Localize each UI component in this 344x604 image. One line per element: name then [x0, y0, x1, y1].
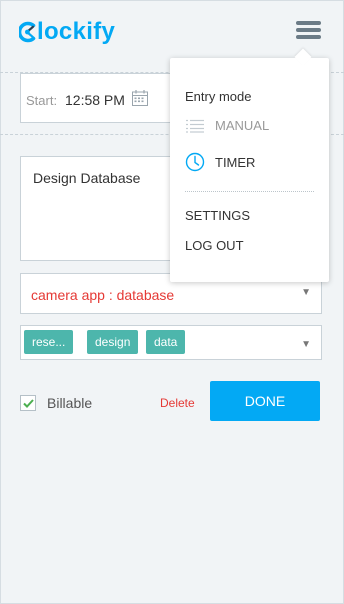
hamburger-menu-icon[interactable] [296, 21, 321, 43]
entry-mode-title: Entry mode [185, 89, 252, 104]
chevron-down-icon: ▼ [301, 339, 311, 350]
delete-button[interactable]: Delete [160, 396, 195, 410]
entry-mode-menu: Entry mode MANUAL TIMER SETTINGS LOG OUT [170, 58, 329, 282]
tags-select[interactable]: rese... design data ▼ [20, 325, 322, 360]
start-time-field[interactable]: Start: 12:58 PM [20, 73, 180, 123]
menu-item-logout[interactable]: LOG OUT [185, 238, 244, 253]
menu-divider [185, 191, 314, 192]
description-text[interactable]: Design Database [33, 170, 140, 186]
chevron-down-icon: ▼ [301, 287, 311, 298]
calendar-icon[interactable] [131, 89, 149, 107]
clock-icon [185, 152, 205, 172]
menu-item-timer[interactable]: TIMER [185, 152, 255, 172]
timer-label: TIMER [215, 154, 256, 170]
clockify-logo: lockify [19, 20, 115, 44]
tag-chip: data [146, 330, 186, 354]
project-value: camera app : database [31, 287, 175, 303]
start-time-value[interactable]: 12:58 PM [65, 92, 125, 108]
menu-item-settings[interactable]: SETTINGS [185, 208, 250, 223]
checkmark-icon [23, 399, 34, 408]
start-label: Start: [26, 93, 58, 108]
tag-chip: design [87, 330, 139, 354]
menu-item-manual[interactable]: MANUAL [185, 118, 269, 133]
billable-checkbox[interactable] [20, 395, 36, 411]
clockify-logo-icon [19, 21, 36, 43]
done-button[interactable]: DONE [210, 381, 320, 421]
list-icon [186, 119, 204, 133]
billable-label: Billable [47, 395, 93, 411]
logo-text: lockify [37, 18, 116, 45]
manual-label: MANUAL [215, 118, 270, 133]
billable-toggle[interactable]: Billable [20, 395, 92, 411]
tag-chip: rese... [24, 330, 74, 354]
